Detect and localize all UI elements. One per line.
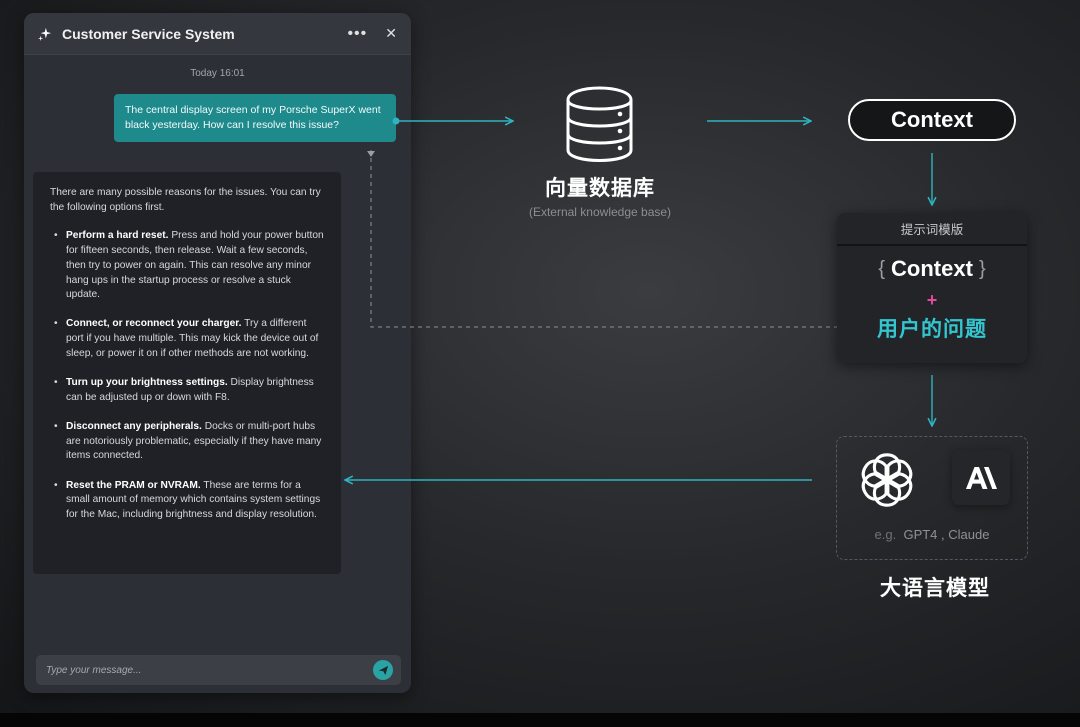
template-context-line: {Context} bbox=[837, 256, 1027, 282]
template-context-label: Context bbox=[891, 256, 973, 281]
template-title: 提示词模版 bbox=[837, 213, 1027, 246]
db-dot bbox=[617, 111, 623, 117]
brace-open: { bbox=[878, 258, 886, 280]
connector-dot bbox=[392, 117, 400, 125]
plus-sign: + bbox=[926, 290, 938, 310]
vector-db-title: 向量数据库 bbox=[545, 177, 655, 200]
anthropic-icon bbox=[952, 450, 1010, 505]
vector-database-node: 向量数据库 (External knowledge base) bbox=[520, 172, 680, 219]
prompt-template-card: 提示词模版 {Context} + 用户的问题 bbox=[837, 213, 1027, 363]
dashed-path-start-arrow bbox=[367, 151, 375, 157]
vector-db-subtitle: (External knowledge base) bbox=[528, 205, 672, 219]
context-node: Context bbox=[848, 99, 1016, 141]
anthropic-mark bbox=[966, 466, 997, 489]
brace-close: } bbox=[978, 258, 986, 280]
db-dot bbox=[617, 128, 623, 134]
llm-examples: e.g. GPT4 , Claude bbox=[837, 527, 1027, 542]
llm-title: 大语言模型 bbox=[880, 577, 990, 600]
llm-examples-names: GPT4 , Claude bbox=[903, 527, 990, 542]
llm-node: e.g. GPT4 , Claude bbox=[836, 436, 1028, 560]
db-dot bbox=[617, 145, 623, 151]
openai-icon bbox=[861, 453, 913, 507]
bottom-bar bbox=[0, 713, 1080, 727]
user-question-label: 用户的问题 bbox=[877, 318, 987, 341]
llm-examples-prefix: e.g. bbox=[874, 527, 897, 542]
